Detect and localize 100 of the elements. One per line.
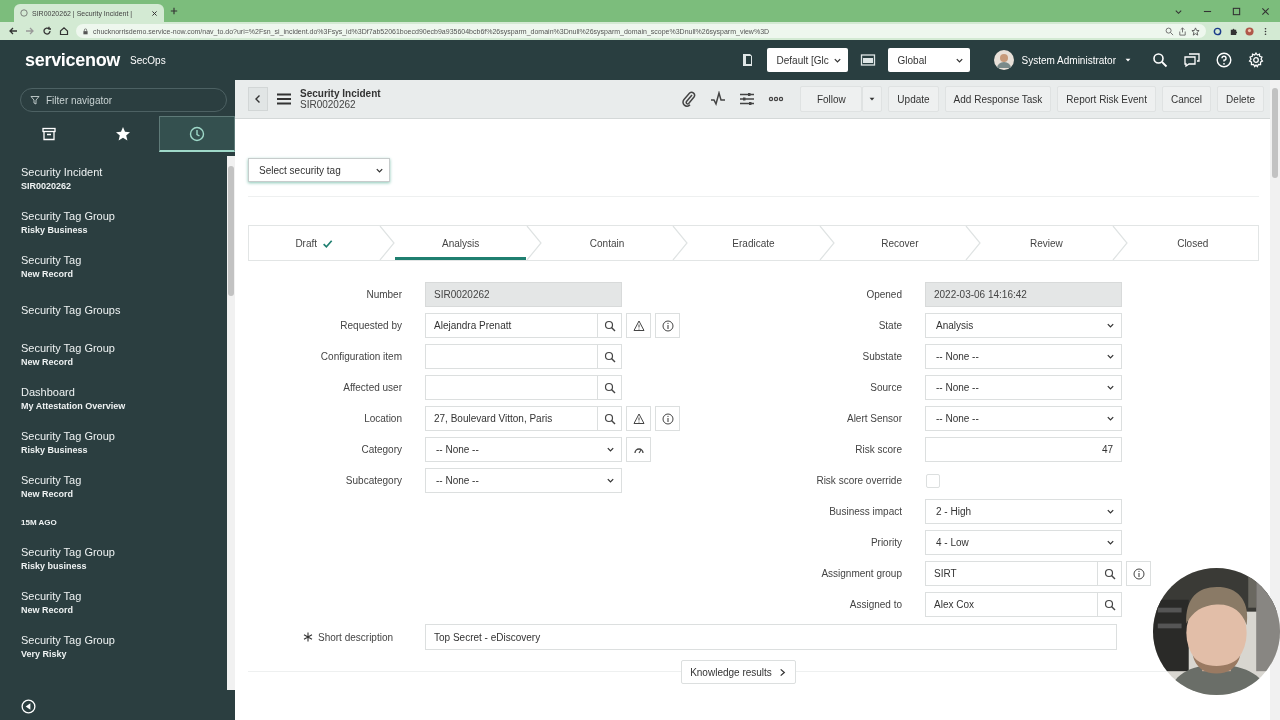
history-item[interactable]: Security Tag Group Risky Business: [21, 200, 227, 244]
select-field[interactable]: 4 - Low: [925, 530, 1122, 555]
text-field[interactable]: Top Secret - eDiscovery: [425, 624, 1117, 650]
info-button[interactable]: [655, 313, 680, 338]
item-title: Security Tag Group: [21, 209, 116, 222]
paperclip-icon[interactable]: [681, 91, 698, 107]
info-button[interactable]: [655, 406, 680, 431]
search-icon: [603, 412, 616, 425]
chat-icon[interactable]: [1184, 52, 1200, 68]
security-tag-select[interactable]: Select security tag: [248, 158, 390, 182]
history-item[interactable]: Security Tag Group New Record: [21, 332, 227, 376]
profile-icon[interactable]: [1245, 26, 1254, 36]
new-tab-icon[interactable]: [170, 7, 178, 15]
navigator-tab[interactable]: [159, 116, 235, 152]
share-icon[interactable]: [1178, 26, 1187, 36]
history-item[interactable]: Security Tag Group Very Risky: [21, 624, 227, 668]
stage-step[interactable]: Eradicate: [688, 226, 819, 260]
lookup-button[interactable]: [597, 313, 622, 338]
stage-step[interactable]: Recover: [834, 226, 966, 260]
history-item[interactable]: Security Tag New Record: [21, 580, 227, 624]
close-icon[interactable]: [151, 9, 158, 17]
field-label: State: [877, 320, 902, 331]
action-button[interactable]: Update: [888, 86, 939, 112]
field-label: Location: [363, 413, 402, 424]
avatar-icon[interactable]: [993, 50, 1014, 70]
update-set-select[interactable]: Default [Glc: [766, 48, 848, 72]
scope-select[interactable]: Global: [887, 48, 970, 72]
extension-icon[interactable]: [1213, 26, 1222, 36]
stage-step[interactable]: Analysis: [395, 226, 526, 260]
scrollbar[interactable]: [227, 156, 235, 690]
info-button[interactable]: [1126, 561, 1151, 586]
zoom-icon[interactable]: [1165, 26, 1174, 36]
reference-field[interactable]: [425, 344, 597, 369]
reload-icon[interactable]: [42, 26, 52, 36]
history-item[interactable]: Security Tag Group Risky business: [21, 536, 227, 580]
select-field[interactable]: Analysis: [925, 313, 1122, 338]
history-item[interactable]: Security Tag New Record: [21, 244, 227, 288]
lookup-button[interactable]: [1097, 592, 1122, 617]
checkbox[interactable]: [926, 473, 940, 488]
search-icon: [1103, 598, 1116, 611]
reference-field[interactable]: SIRT: [925, 561, 1097, 586]
history-item[interactable]: Security Tag Group Risky Business: [21, 420, 227, 464]
menu-icon[interactable]: [276, 91, 292, 107]
search-icon: [603, 319, 616, 332]
caret-icon: [1106, 321, 1115, 330]
stage-step[interactable]: Contain: [541, 226, 673, 260]
lookup-button[interactable]: [597, 375, 622, 400]
action-button[interactable]: Add Response Task: [944, 86, 1052, 112]
follow-button[interactable]: Follow: [800, 86, 863, 112]
number-field[interactable]: 47: [925, 437, 1122, 462]
sliders-icon[interactable]: [739, 91, 756, 107]
field-label: Business impact: [828, 506, 902, 517]
reference-field[interactable]: Alex Cox: [925, 592, 1097, 617]
select-field[interactable]: -- None --: [925, 344, 1122, 369]
scrollbar[interactable]: [1270, 80, 1280, 720]
action-button[interactable]: Delete: [1217, 86, 1264, 112]
history-item[interactable]: Dashboard My Attestation Overview: [21, 376, 227, 420]
filter-field[interactable]: Filter navigator: [20, 88, 227, 112]
lookup-button[interactable]: [1097, 561, 1122, 586]
select-field[interactable]: -- None --: [425, 437, 622, 462]
lookup-button[interactable]: [597, 344, 622, 369]
history-item[interactable]: Security Tag New Record: [21, 464, 227, 508]
back-icon[interactable]: [8, 26, 18, 36]
stage-step[interactable]: Closed: [1127, 226, 1258, 260]
caret-icon[interactable]: [1124, 56, 1132, 64]
settings-icon[interactable]: [1248, 52, 1264, 68]
reference-field[interactable]: Alejandra Prenatt: [425, 313, 597, 338]
reference-field[interactable]: 27, Boulevard Vitton, Paris: [425, 406, 597, 431]
action-button[interactable]: Report Risk Event: [1057, 86, 1156, 112]
reference-field[interactable]: [425, 375, 597, 400]
warning-button[interactable]: [626, 313, 651, 338]
window-icon[interactable]: [859, 52, 876, 68]
star-icon[interactable]: [1191, 26, 1200, 36]
select-field[interactable]: -- None --: [425, 468, 622, 493]
user-menu[interactable]: System Administrator: [1021, 54, 1116, 66]
lookup-button[interactable]: [597, 406, 622, 431]
stage-step[interactable]: Review: [981, 226, 1112, 260]
history-item[interactable]: Security Tag Groups: [21, 288, 227, 332]
stage-step[interactable]: Draft: [249, 226, 380, 260]
home-icon[interactable]: [59, 26, 69, 36]
select-field[interactable]: -- None --: [925, 375, 1122, 400]
back-button[interactable]: [248, 87, 268, 111]
search-icon[interactable]: [1152, 52, 1168, 68]
close-icon[interactable]: [1261, 6, 1270, 16]
select-field[interactable]: -- None --: [925, 406, 1122, 431]
select-field[interactable]: 2 - High: [925, 499, 1122, 524]
collapse-icon[interactable]: [21, 698, 36, 714]
help-icon[interactable]: [1216, 52, 1232, 68]
lock-icon: [82, 27, 89, 35]
puzzle-icon[interactable]: [1229, 26, 1238, 36]
warning-button[interactable]: [626, 406, 651, 431]
gauge-button[interactable]: [626, 437, 651, 462]
activity-icon[interactable]: [710, 91, 727, 107]
history-item[interactable]: Security Incident SIR0020262: [21, 156, 227, 200]
maximize-icon[interactable]: [1232, 6, 1241, 16]
action-button[interactable]: Cancel: [1161, 86, 1212, 112]
brand-logo[interactable]: servicenow: [25, 49, 121, 71]
knowledge-button[interactable]: Knowledge results: [681, 660, 796, 684]
field-label: Assignment group: [820, 568, 902, 579]
field-label: Affected user: [342, 382, 402, 393]
